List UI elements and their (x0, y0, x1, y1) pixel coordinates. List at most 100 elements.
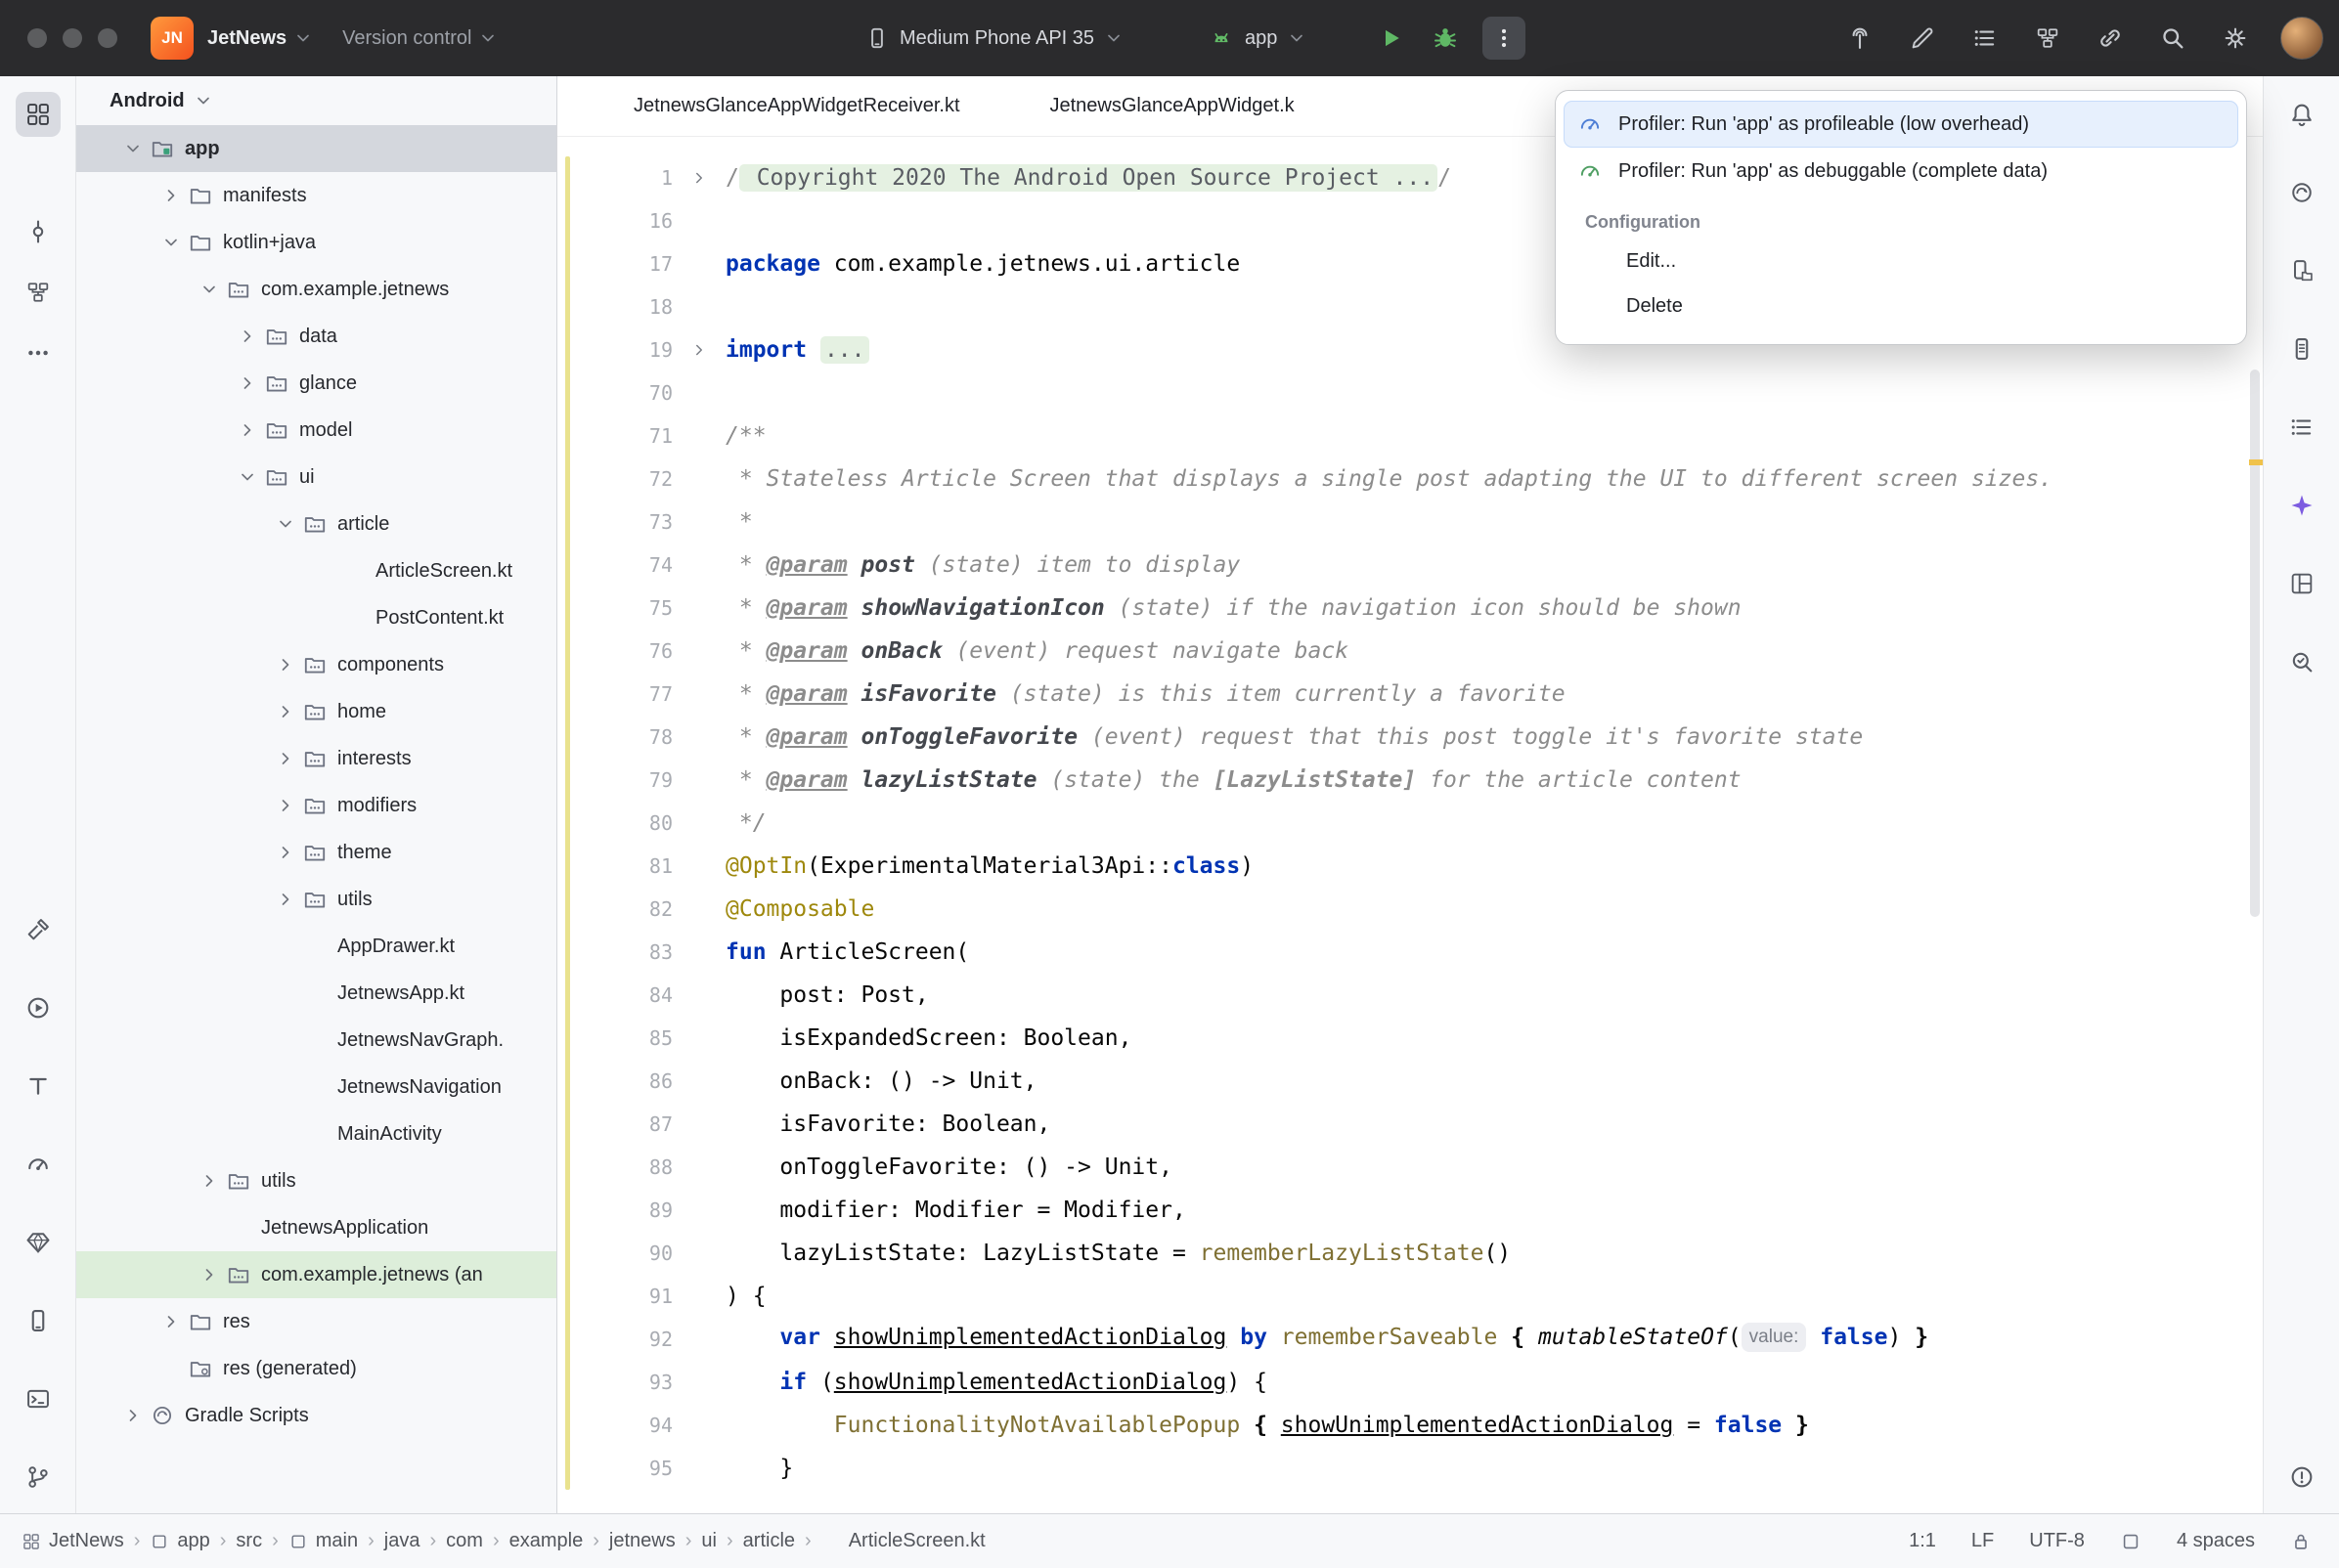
problems-tool-button[interactable] (2279, 1455, 2324, 1500)
code-line-76[interactable]: 76 * @param onBack (event) request navig… (557, 630, 2263, 673)
code-line-73[interactable]: 73 * (557, 501, 2263, 544)
notifications-tool-button[interactable] (2279, 92, 2324, 137)
tree-chevron[interactable] (271, 650, 300, 679)
code-line-94[interactable]: 94 FunctionalityNotAvailablePopup { show… (557, 1404, 2263, 1447)
tree-item-glance[interactable]: glance (76, 360, 556, 407)
line-number[interactable]: 83 (557, 940, 673, 964)
tree-item-utils[interactable]: utils (76, 876, 556, 923)
line-number[interactable]: 88 (557, 1155, 673, 1179)
code-line-86[interactable]: 86 onBack: () -> Unit, (557, 1060, 2263, 1103)
structure-tool-button[interactable] (16, 270, 61, 315)
gradle-tool-button[interactable] (2279, 170, 2324, 215)
code-line-71[interactable]: 71 /** (557, 414, 2263, 457)
device-manager-tool-button[interactable] (16, 1298, 61, 1343)
code-line-88[interactable]: 88 onToggleFavorite: () -> Unit, (557, 1146, 2263, 1189)
close-window-button[interactable] (27, 28, 47, 48)
tree-chevron[interactable] (271, 838, 300, 867)
device-explorer-tool-button[interactable] (2279, 248, 2324, 293)
resource-manager-tool-button[interactable] (16, 1220, 61, 1265)
breadcrumb-jetnews[interactable]: jetnews (609, 1530, 676, 1552)
share-button[interactable] (2093, 21, 2128, 56)
tree-item-theme[interactable]: theme (76, 829, 556, 876)
run-button[interactable] (1369, 17, 1412, 60)
code-line-79[interactable]: 79 * @param lazyListState (state) the [L… (557, 759, 2263, 802)
code-line-81[interactable]: 81 @OptIn(ExperimentalMaterial3Api::clas… (557, 845, 2263, 888)
layout-inspector-tool-button[interactable] (2279, 561, 2324, 606)
tree-item-app[interactable]: app (76, 125, 556, 172)
breadcrumb-main[interactable]: main (288, 1530, 358, 1552)
tree-item-home[interactable]: home (76, 688, 556, 735)
tree-item-gradle-scripts[interactable]: Gradle Scripts (76, 1392, 556, 1439)
gemini-tool-button[interactable] (2279, 483, 2324, 528)
code-line-91[interactable]: 91 ) { (557, 1275, 2263, 1318)
code-line-92[interactable]: 92 var showUnimplementedActionDialog by … (557, 1318, 2263, 1361)
tree-chevron[interactable] (233, 369, 262, 398)
code-line-70[interactable]: 70 (557, 371, 2263, 414)
breadcrumb-articlescreen-kt[interactable]: ArticleScreen.kt (821, 1530, 986, 1552)
line-number[interactable]: 19 (557, 338, 673, 362)
editor-tab-jetnewsglanceappwidgetreceiver-kt[interactable]: JetnewsGlanceAppWidgetReceiver.kt (600, 95, 960, 117)
tree-item-interests[interactable]: interests (76, 735, 556, 782)
fold-icon[interactable] (673, 169, 726, 187)
tree-item-jetnewsnavgraph[interactable]: JetnewsNavGraph. (76, 1017, 556, 1064)
editor-scrollbar[interactable] (2250, 370, 2260, 917)
file-lock-icon[interactable] (2290, 1531, 2312, 1552)
line-number[interactable]: 90 (557, 1241, 673, 1265)
tree-chevron[interactable] (271, 697, 300, 726)
tree-item-jetnewsnavigation[interactable]: JetnewsNavigation (76, 1064, 556, 1111)
run-tool-button[interactable] (16, 985, 61, 1030)
line-number[interactable]: 95 (557, 1457, 673, 1480)
line-number[interactable]: 93 (557, 1371, 673, 1394)
editor-config-icon[interactable] (2120, 1531, 2141, 1552)
line-number[interactable]: 87 (557, 1112, 673, 1136)
file-encoding[interactable]: UTF-8 (2029, 1530, 2085, 1552)
line-number[interactable]: 89 (557, 1198, 673, 1222)
version-control-tool-button[interactable] (16, 1455, 61, 1500)
more-run-options-button[interactable] (1482, 17, 1525, 60)
maximize-window-button[interactable] (98, 28, 117, 48)
code-line-93[interactable]: 93 if (showUnimplementedActionDialog) { (557, 1361, 2263, 1404)
tree-chevron[interactable] (118, 134, 148, 163)
line-number[interactable]: 18 (557, 295, 673, 319)
tree-item-articlescreen-kt[interactable]: ArticleScreen.kt (76, 547, 556, 594)
breadcrumb-ui[interactable]: ui (701, 1530, 717, 1552)
line-number[interactable]: 85 (557, 1026, 673, 1050)
project-menu[interactable]: JetNews (207, 27, 313, 50)
tree-item-com-example-jetnews[interactable]: com.example.jetnews (76, 266, 556, 313)
build-tool-button[interactable] (16, 907, 61, 952)
tree-chevron[interactable] (233, 462, 262, 492)
tree-item-ui[interactable]: ui (76, 454, 556, 501)
editor-tab-jetnewsglanceappwidget-k[interactable]: JetnewsGlanceAppWidget.k (1017, 95, 1295, 117)
line-number[interactable]: 78 (557, 725, 673, 749)
bookmarks-tool-button[interactable] (2279, 405, 2324, 450)
line-number[interactable]: 84 (557, 983, 673, 1007)
tree-item-appdrawer-kt[interactable]: AppDrawer.kt (76, 923, 556, 970)
code-line-78[interactable]: 78 * @param onToggleFavorite (event) req… (557, 716, 2263, 759)
tree-chevron[interactable] (233, 322, 262, 351)
device-selector[interactable]: Medium Phone API 35 (864, 25, 1124, 51)
line-number[interactable]: 75 (557, 596, 673, 620)
tree-item-com-example-jetnews-an[interactable]: com.example.jetnews (an (76, 1251, 556, 1298)
tree-item-utils[interactable]: utils (76, 1157, 556, 1204)
code-line-90[interactable]: 90 lazyListState: LazyListState = rememb… (557, 1232, 2263, 1275)
line-number[interactable]: 1 (557, 166, 673, 190)
line-number[interactable]: 86 (557, 1069, 673, 1093)
line-number[interactable]: 72 (557, 467, 673, 491)
tree-chevron[interactable] (233, 415, 262, 445)
caret-position[interactable]: 1:1 (1909, 1530, 1936, 1552)
ai-assistant-button[interactable] (1905, 21, 1940, 56)
indent-style[interactable]: 4 spaces (2177, 1530, 2255, 1552)
code-line-84[interactable]: 84 post: Post, (557, 974, 2263, 1017)
line-number[interactable]: 74 (557, 553, 673, 577)
tree-item-data[interactable]: data (76, 313, 556, 360)
tree-item-res-generated[interactable]: res (generated) (76, 1345, 556, 1392)
minimize-window-button[interactable] (63, 28, 82, 48)
line-number[interactable]: 92 (557, 1328, 673, 1351)
tree-chevron[interactable] (156, 1307, 186, 1336)
app-insights-tool-button[interactable] (2279, 639, 2324, 684)
breadcrumb-app[interactable]: app (150, 1530, 209, 1552)
tree-chevron[interactable] (195, 275, 224, 304)
breadcrumb-jetnews[interactable]: JetNews (22, 1530, 124, 1552)
line-number[interactable]: 71 (557, 424, 673, 448)
popup-action-edit[interactable]: Edit... (1564, 239, 2238, 283)
